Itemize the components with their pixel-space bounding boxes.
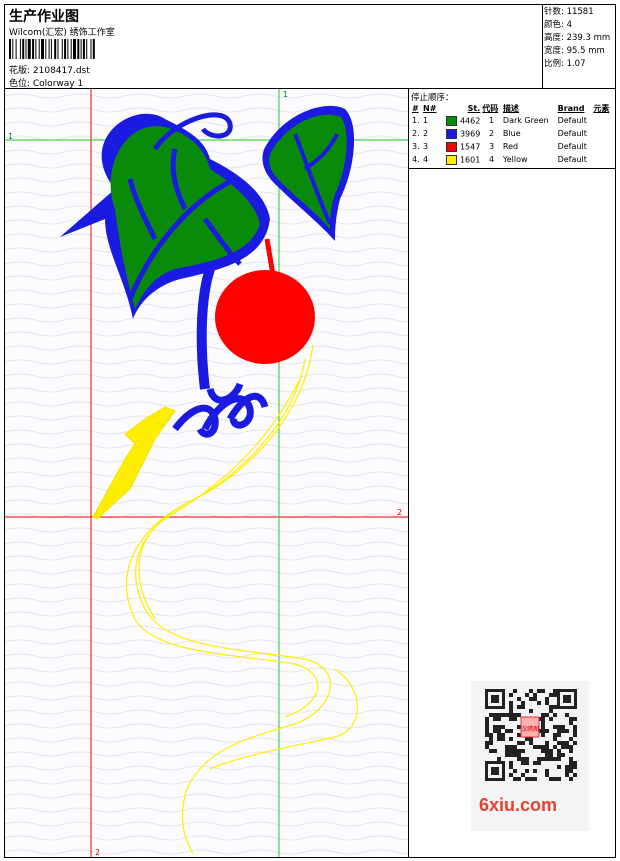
row-index: 1. xyxy=(412,116,420,125)
row-description: Yellow xyxy=(502,155,528,164)
stitch-count: 针数: 11581 xyxy=(544,7,594,17)
worksheet-frame: 生产作业图 Wilcom(汇宏) 绣饰工作室 花版: 2108417.dst 色… xyxy=(4,4,616,858)
row-number: 1 xyxy=(423,116,429,125)
col-stitches: St. xyxy=(467,104,481,113)
col-number: N# xyxy=(423,104,437,113)
row-stitches: 1601 xyxy=(440,153,482,166)
row-index: 3. xyxy=(412,142,420,151)
row-number: 2 xyxy=(423,129,429,138)
studio-name: Wilcom(汇宏) 绣饰工作室 xyxy=(9,28,115,38)
table-row[interactable]: 3. 3 1547 3 Red Default xyxy=(411,140,613,153)
design-scale: 比例: 1.07 xyxy=(544,59,586,69)
embroidery-preview: 1 1 2 2 xyxy=(5,89,408,857)
design-file-label: 花版: 2108417.dst xyxy=(9,66,90,76)
design-width: 宽度: 95.5 mm xyxy=(544,46,605,56)
row-index: 4. xyxy=(412,155,420,164)
color-swatch xyxy=(445,154,457,165)
stats-panel: 针数: 11581 颜色: 4 高度: 239.3 mm 宽度: 95.5 mm… xyxy=(543,5,615,89)
row-brand: Default xyxy=(557,142,587,151)
row-element xyxy=(592,140,613,153)
col-code: 代码 xyxy=(482,104,499,113)
row-number: 4 xyxy=(423,155,429,164)
row-element xyxy=(592,127,613,140)
row-code: 4 xyxy=(489,155,495,164)
col-description: 描述 xyxy=(502,104,519,113)
row-description: Red xyxy=(502,142,519,151)
color-swatch xyxy=(445,128,457,139)
guide-label-2-bottom: 2 xyxy=(95,848,100,857)
stop-sequence-panel: 停止顺序： # N# St. 代码 描述 Brand 元素 1. 1 4462 1 Da… xyxy=(409,89,615,169)
row-description: Dark Green xyxy=(502,116,549,125)
stitch-count-value: 4462 xyxy=(459,116,481,125)
stop-sequence-title: 停止顺序： xyxy=(411,93,454,103)
table-row[interactable]: 4. 4 1601 4 Yellow Default xyxy=(411,153,613,166)
row-stitches: 1547 xyxy=(440,140,482,153)
row-brand: Default xyxy=(557,116,587,125)
table-row[interactable]: 1. 1 4462 1 Dark Green Default xyxy=(411,114,613,127)
cherry xyxy=(215,270,315,364)
row-element xyxy=(592,114,613,127)
barcode xyxy=(9,39,95,59)
row-code: 3 xyxy=(489,142,495,151)
guide-label-1-top: 1 xyxy=(283,90,288,99)
stop-sequence-table: # N# St. 代码 描述 Brand 元素 1. 1 4462 1 Dark Gre… xyxy=(411,103,613,166)
row-code: 1 xyxy=(489,116,495,125)
watermark-brand: 6xiu.com xyxy=(479,795,558,815)
header-panel: 生产作业图 Wilcom(汇宏) 绣饰工作室 花版: 2108417.dst 色… xyxy=(5,5,543,89)
row-brand: Default xyxy=(557,129,587,138)
color-swatch xyxy=(445,115,457,126)
stitch-count-value: 3969 xyxy=(459,129,481,138)
stitch-count-value: 1601 xyxy=(459,155,481,164)
row-stitches: 3969 xyxy=(440,127,482,140)
col-index: # xyxy=(412,104,419,113)
qr-stamp: 汉绣图 xyxy=(521,725,539,733)
design-height: 高度: 239.3 mm xyxy=(544,33,611,43)
page-title: 生产作业图 xyxy=(9,9,79,25)
guide-label-2-right: 2 xyxy=(397,508,402,517)
col-element: 元素 xyxy=(593,104,610,113)
row-index: 2. xyxy=(412,129,420,138)
row-number: 3 xyxy=(423,142,429,151)
row-stitches: 4462 xyxy=(440,114,482,127)
row-element xyxy=(592,153,613,166)
row-description: Blue xyxy=(502,129,521,138)
stitch-count-value: 1547 xyxy=(459,142,481,151)
guide-label-1-left: 1 xyxy=(8,132,13,141)
color-swatch xyxy=(445,141,457,152)
col-brand: Brand xyxy=(557,104,585,113)
table-row[interactable]: 2. 2 3969 2 Blue Default xyxy=(411,127,613,140)
colorway-label: 色位: Colorway 1 xyxy=(9,79,84,89)
color-count: 颜色: 4 xyxy=(544,20,572,30)
row-code: 2 xyxy=(489,129,495,138)
table-header-row: # N# St. 代码 描述 Brand 元素 xyxy=(411,103,613,114)
row-brand: Default xyxy=(557,155,587,164)
design-canvas[interactable]: 1 1 2 2 xyxy=(5,89,409,857)
